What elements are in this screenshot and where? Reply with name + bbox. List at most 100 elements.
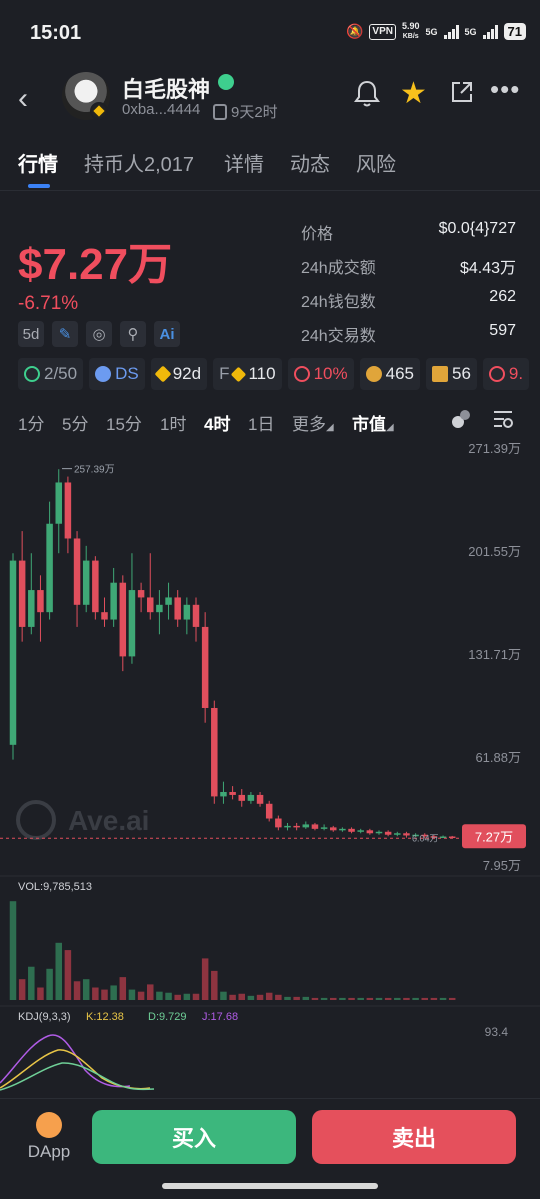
bnb-chain-badge-icon [90,102,108,120]
price-axis-label: 7.95万 [483,858,521,873]
candle-body [439,836,447,839]
badge-f[interactable]: F 110 [213,358,282,390]
candle-body [64,482,72,539]
tf-4h[interactable]: 4时 [204,410,230,435]
current-price-tag: 7.27万 [475,829,513,844]
stats-panel: 价格 $0.0{4}727 24h成交额 $4.43万 24h钱包数 262 24h交… [301,220,516,356]
feather-icon[interactable]: ✎ [52,321,78,347]
badge-risk[interactable]: 9. [482,358,530,390]
favorite-star-icon[interactable]: ★ [400,76,427,111]
stat-value: 262 [489,288,516,305]
chart-settings-icon[interactable] [492,408,514,430]
kdj-k: K:12.38 [86,1011,124,1023]
tf-5m[interactable]: 5分 [62,410,88,435]
vpn-indicator: VPN [369,23,396,40]
chef-icon [95,366,112,382]
candle-body [46,523,53,613]
token-address[interactable]: 0xba...4444 [122,101,200,118]
badges-row: 2/50 DS 92d F 110 10% 465 56 9. [18,358,540,390]
back-icon[interactable]: ‹ [18,82,28,116]
candle-body [9,560,17,745]
volume-bar [55,942,62,1000]
search-icon[interactable]: ⚲ [120,321,146,347]
badge-dev[interactable]: DS [89,358,145,390]
badge-holders[interactable]: 465 [359,358,420,390]
tab-holders[interactable]: 持币人2,017 [84,148,194,177]
volume-bar [412,997,419,1000]
volume-bar [238,993,245,1000]
badge-rank[interactable]: 56 [426,358,477,390]
watermark-logo-icon [16,800,56,840]
price-chart[interactable]: 271.39万 201.55万 131.71万 61.88万 7.95万 Ave.ai 25… [0,438,540,1098]
volume-bar [211,970,218,1000]
sell-button[interactable]: 卖出 [312,1110,516,1164]
badge-age-value: 92d [172,364,202,383]
indicator-icon[interactable] [450,408,472,430]
tab-market[interactable]: 行情 [18,148,58,177]
period-chip[interactable]: 5d [18,321,44,347]
volume-bar [448,997,456,1000]
tf-1m[interactable]: 1分 [18,410,44,435]
candle-body [82,560,90,605]
globe-icon[interactable]: ◎ [86,321,112,347]
candle-body [55,482,62,524]
badge-risk-value: 9. [508,364,524,383]
kdj-axis-label: 93.4 [485,1025,509,1039]
volume-bar [256,994,264,1000]
badge-age[interactable]: 92d [150,358,208,390]
tab-risk[interactable]: 风险 [356,148,396,177]
candle-body [357,830,364,832]
buy-button[interactable]: 买入 [92,1110,296,1164]
link-icon-row: 5d ✎ ◎ ⚲ Ai [18,321,180,347]
candle-body [174,597,181,620]
copy-icon[interactable] [213,103,227,120]
home-indicator[interactable] [162,1183,378,1189]
current-price: $7.27万 [18,240,173,289]
kdj-j-line [0,1034,131,1088]
volume-bar [73,981,81,1000]
token-age-value: 9天2时 [231,104,278,121]
chart-svg[interactable]: 271.39万 201.55万 131.71万 61.88万 7.95万 Ave.ai 25… [0,438,540,1098]
tf-more[interactable]: 更多◢ [292,410,334,435]
mcap-label: 市值 [352,415,386,434]
stat-row: 价格 $0.0{4}727 [301,220,516,254]
bell-icon[interactable] [352,78,382,108]
status-icons: 🔕 VPN 5.90 KB/s 5G 5G 71 [346,22,526,41]
tab-activity[interactable]: 动态 [290,148,330,177]
stat-row: 24h钱包数 262 [301,288,516,322]
badge-insiders[interactable]: 2/50 [18,358,84,390]
status-bar: 15:01 🔕 VPN 5.90 KB/s 5G 5G 71 [0,0,540,70]
stat-label: 24h成交额 [301,260,376,277]
badge-dev-value: DS [115,364,139,383]
ai-icon[interactable]: Ai [154,321,180,347]
mcap-toggle[interactable]: 市值◢ [352,410,394,435]
kdj-d: D:9.729 [148,1011,187,1023]
share-icon[interactable] [450,80,474,104]
caret-icon: ◢ [386,422,394,433]
more-icon[interactable]: ••• [490,74,520,105]
network-speed: 5.90 KB/s [402,22,420,41]
candle-body [220,791,227,797]
tab-details[interactable]: 详情 [224,148,264,177]
dapp-button[interactable]: DApp [24,1112,74,1162]
badge-bundle[interactable]: 10% [287,358,354,390]
volume-bar [403,997,410,1000]
tf-15m[interactable]: 15分 [106,410,142,435]
candle-body [165,597,172,605]
candle-body [201,626,209,708]
candle-body [128,590,136,657]
candle-body [394,833,401,835]
volume-bar [375,997,383,1000]
verified-icon [218,74,234,90]
candle-body [211,707,218,797]
candle-body [192,604,200,627]
tf-1d[interactable]: 1日 [248,410,274,435]
volume-bar [101,989,108,1000]
net-label-2: 5G [464,26,477,37]
candle-body [403,833,410,836]
tf-1h[interactable]: 1时 [160,410,186,435]
candle-body [256,794,264,804]
dapp-icon [36,1112,62,1138]
candle-body [384,831,392,835]
stat-row: 24h成交额 $4.43万 [301,254,516,288]
